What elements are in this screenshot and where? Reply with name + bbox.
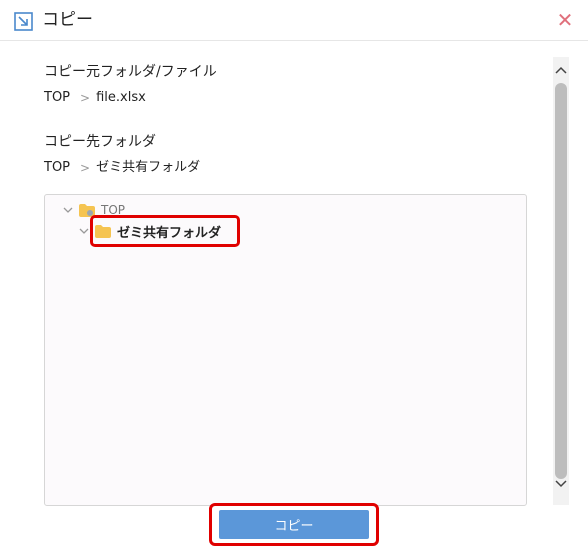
source-breadcrumb-top[interactable]: TOP bbox=[44, 89, 70, 107]
copy-button[interactable]: コピー bbox=[219, 510, 369, 539]
destination-label: コピー先フォルダ bbox=[44, 134, 156, 150]
source-label: コピー元フォルダ/ファイル bbox=[44, 64, 217, 80]
close-icon[interactable]: ✕ bbox=[557, 8, 574, 32]
chevron-right-icon: > bbox=[80, 91, 91, 105]
destination-breadcrumb: TOP > ゼミ共有フォルダ bbox=[44, 159, 200, 177]
chevron-down-icon[interactable] bbox=[63, 205, 73, 215]
source-breadcrumb-file: file.xlsx bbox=[96, 90, 146, 105]
dialog-title: コピー bbox=[42, 10, 93, 30]
chevron-right-icon: > bbox=[80, 161, 91, 175]
dialog-header: コピー ✕ bbox=[0, 0, 588, 41]
copy-dialog-icon bbox=[14, 12, 33, 31]
scroll-down-button[interactable] bbox=[553, 475, 569, 493]
destination-breadcrumb-top[interactable]: TOP bbox=[44, 159, 70, 177]
close-button[interactable]: ✕ bbox=[556, 9, 574, 31]
scrollbar-thumb[interactable] bbox=[555, 83, 567, 479]
scroll-up-button[interactable] bbox=[553, 61, 569, 79]
source-breadcrumb: TOP > file.xlsx bbox=[44, 89, 146, 107]
chevron-down-icon[interactable] bbox=[555, 480, 567, 488]
scrollbar[interactable] bbox=[553, 57, 569, 505]
destination-breadcrumb-folder: ゼミ共有フォルダ bbox=[96, 160, 201, 175]
chevron-up-icon[interactable] bbox=[555, 66, 567, 74]
selected-folder-highlight bbox=[90, 215, 240, 247]
chevron-down-icon[interactable] bbox=[79, 226, 89, 236]
